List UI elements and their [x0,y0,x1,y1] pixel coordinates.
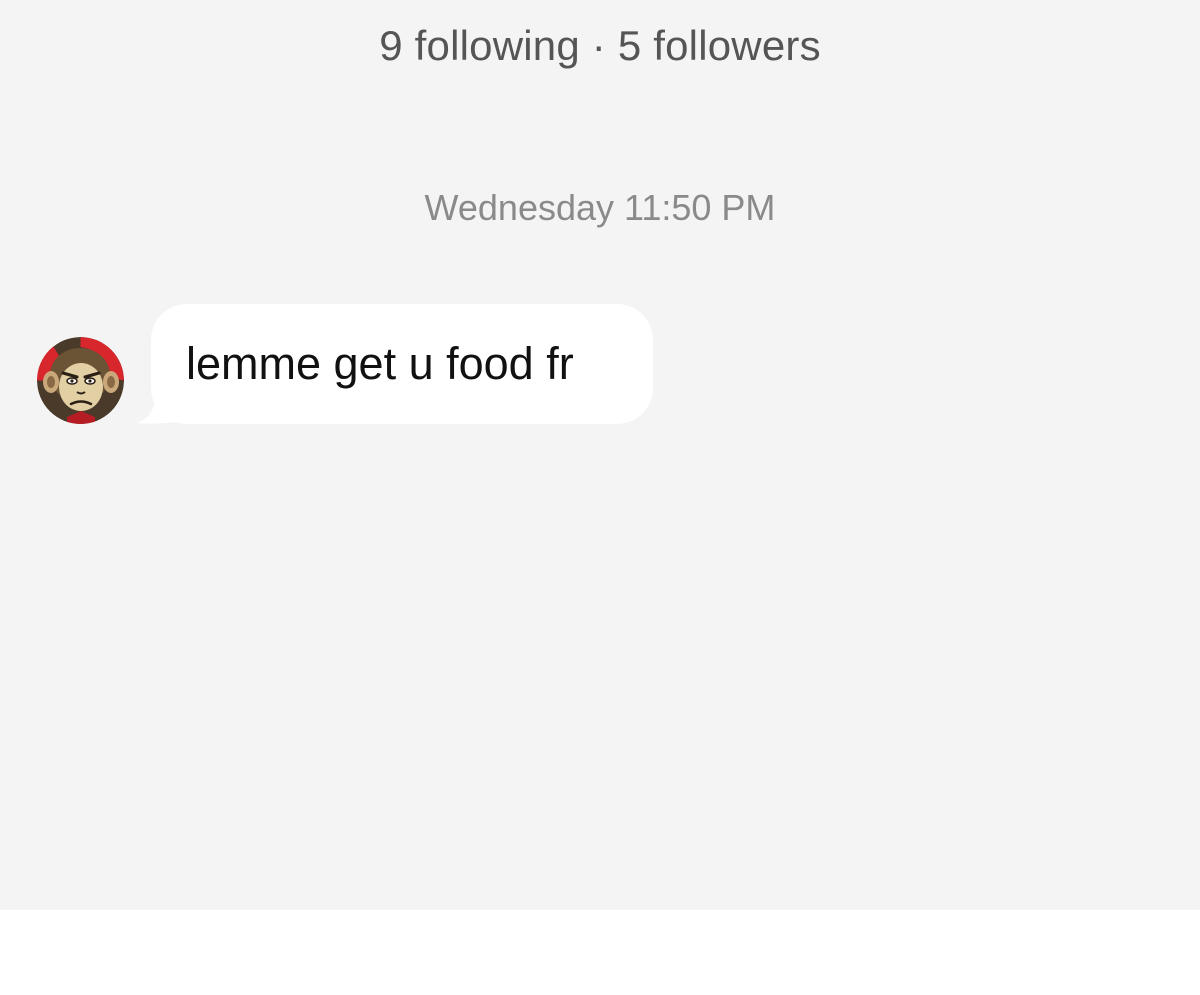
message-bubble[interactable]: lemme get u food fr [151,304,653,424]
message-row: lemme get u food fr [0,0,1200,450]
message-text: lemme get u food fr [186,338,574,389]
composer-area [0,910,1200,995]
chat-area: 9 following · 5 followers Wednesday 11:5… [0,0,1200,910]
monkey-avatar-icon[interactable] [37,337,124,424]
